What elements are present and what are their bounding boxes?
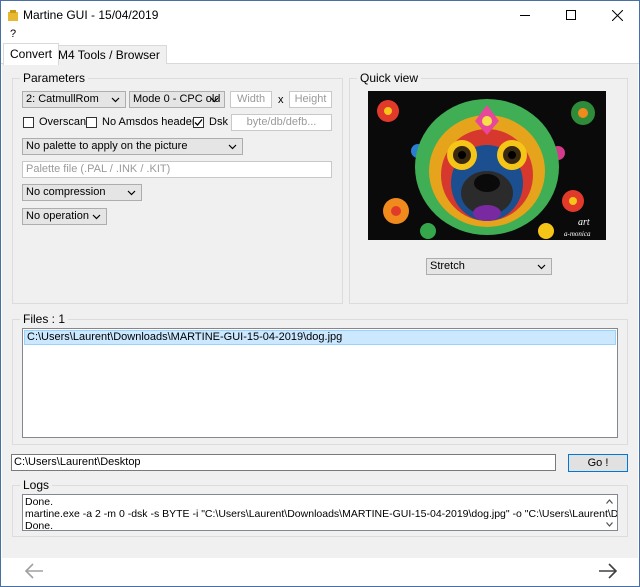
chevron-down-icon (537, 264, 546, 270)
operation-select[interactable]: No operation (22, 208, 107, 225)
chevron-down-icon (111, 97, 120, 103)
compression-select[interactable]: No compression (22, 184, 142, 201)
check-icon (194, 119, 203, 126)
close-button[interactable] (594, 1, 639, 29)
overscan-label: Overscan (39, 116, 87, 128)
menu-help[interactable]: ? (10, 28, 16, 40)
back-arrow-icon[interactable] (24, 563, 44, 579)
title-bar[interactable]: Martine GUI - 15/04/2019 (1, 1, 639, 29)
log-line: Done. (25, 520, 54, 531)
scroll-up-icon[interactable] (606, 499, 613, 504)
maximize-button[interactable] (548, 1, 594, 29)
image-caption-author: a-monica (564, 230, 591, 238)
height-input[interactable]: Height (289, 91, 332, 108)
chevron-down-icon (228, 144, 237, 150)
chevron-down-icon (210, 97, 219, 103)
interpolation-select[interactable]: 2: CatmullRom (22, 91, 126, 108)
menu-bar: ? (1, 28, 639, 43)
chevron-down-icon (92, 214, 101, 220)
minimize-icon (520, 14, 530, 16)
palette-file-input[interactable]: Palette file (.PAL / .INK / .KIT) (22, 161, 332, 178)
minimize-button[interactable] (502, 1, 548, 29)
operation-value: No operation (26, 210, 89, 222)
forward-arrow-icon[interactable] (598, 563, 618, 579)
overscan-checkbox[interactable] (23, 117, 34, 128)
log-line: martine.exe -a 2 -m 0 -dsk -s BYTE -i "C… (25, 508, 618, 520)
stretch-value: Stretch (430, 260, 465, 272)
parameters-group: Parameters 2: CatmullRom Mode 0 - CPC ol… (12, 71, 343, 304)
image-caption-art: art (578, 217, 590, 228)
dog-artwork-image: art a-monica (368, 91, 606, 240)
files-legend: Files : 1 (20, 312, 69, 326)
go-button[interactable]: Go ! (568, 454, 628, 472)
palette-value: No palette to apply on the picture (26, 140, 188, 152)
file-list[interactable]: C:\Users\Laurent\Downloads\MARTINE-GUI-1… (22, 328, 618, 438)
no-amsdos-label: No Amsdos header (102, 116, 196, 128)
tab-m4-tools-browser[interactable]: M4 Tools / Browser (51, 45, 167, 65)
dimension-separator: x (278, 94, 284, 106)
preview-image: art a-monica (368, 91, 606, 240)
convert-panel: Parameters 2: CatmullRom Mode 0 - CPC ol… (2, 64, 638, 558)
interpolation-value: 2: CatmullRom (26, 93, 99, 105)
quickview-legend: Quick view (357, 71, 422, 85)
log-line: Done. (25, 496, 54, 508)
width-input[interactable]: Width (230, 91, 272, 108)
mode-value: Mode 0 - CPC old (133, 93, 221, 105)
list-item[interactable]: C:\Users\Laurent\Downloads\MARTINE-GUI-1… (24, 330, 616, 345)
bottom-nav (2, 558, 638, 586)
quickview-group: Quick view art a-monica Stretch (349, 71, 628, 304)
dsk-path-input[interactable]: byte/db/defb... (231, 114, 332, 131)
scroll-down-icon[interactable] (606, 522, 613, 527)
log-output[interactable]: Done. martine.exe -a 2 -m 0 -dsk -s BYTE… (22, 494, 618, 531)
parameters-legend: Parameters (20, 71, 89, 85)
maximize-icon (566, 10, 576, 20)
logs-legend: Logs (20, 478, 53, 492)
dsk-label: Dsk (209, 116, 228, 128)
window-title: Martine GUI - 15/04/2019 (23, 8, 159, 22)
app-icon (8, 10, 18, 21)
close-icon (611, 9, 623, 21)
output-path-input[interactable]: C:\Users\Laurent\Desktop (11, 454, 556, 471)
no-amsdos-checkbox[interactable] (86, 117, 97, 128)
palette-select[interactable]: No palette to apply on the picture (22, 138, 243, 155)
dsk-checkbox[interactable] (193, 117, 204, 128)
app-window: Martine GUI - 15/04/2019 ? Convert M4 To… (0, 0, 640, 587)
chevron-down-icon (127, 190, 136, 196)
tab-strip: Convert M4 Tools / Browser (1, 43, 639, 65)
files-group: Files : 1 C:\Users\Laurent\Downloads\MAR… (12, 312, 628, 445)
tab-convert[interactable]: Convert (3, 43, 60, 65)
compression-value: No compression (26, 186, 106, 198)
mode-select[interactable]: Mode 0 - CPC old (129, 91, 225, 108)
stretch-select[interactable]: Stretch (426, 258, 552, 275)
logs-group: Logs Done. martine.exe -a 2 -m 0 -dsk -s… (12, 478, 628, 537)
